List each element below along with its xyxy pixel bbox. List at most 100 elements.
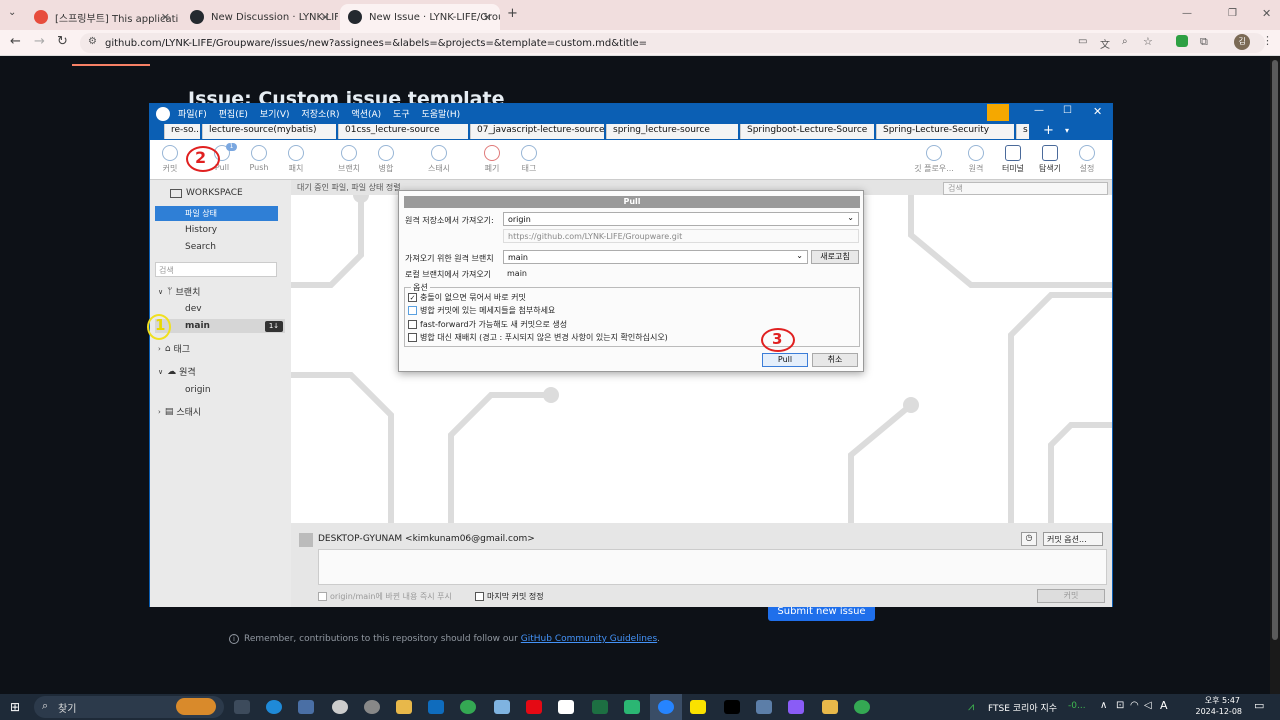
repo-tab[interactable]: lecture-source(mybatis) bbox=[202, 124, 336, 139]
sidebar-search-input[interactable]: 검색 bbox=[155, 262, 277, 277]
menu-help[interactable]: 도움말(H) bbox=[421, 110, 460, 120]
menu-view[interactable]: 보기(V) bbox=[260, 110, 290, 120]
notification-icon[interactable]: ▭ bbox=[1254, 699, 1264, 712]
sourcetree-icon[interactable] bbox=[658, 700, 674, 714]
menu-icon[interactable]: ⋮ bbox=[1262, 34, 1273, 47]
tab-search-icon[interactable]: ⌄ bbox=[8, 7, 16, 18]
close-window-icon[interactable]: ✕ bbox=[1093, 105, 1102, 118]
stash-header[interactable]: › ▤ 스태시 bbox=[158, 405, 201, 419]
refresh-button[interactable]: 새로고침 bbox=[811, 250, 859, 264]
remote-button[interactable]: 원격 bbox=[956, 143, 996, 174]
flag-icon[interactable] bbox=[987, 104, 1009, 121]
repo-tab[interactable]: 07_javascript-lecture-source bbox=[470, 124, 604, 139]
app-icon[interactable] bbox=[624, 700, 640, 714]
scrollbar-thumb[interactable] bbox=[1272, 60, 1278, 640]
repo-tab[interactable]: Springboot-Lecture-Source bbox=[740, 124, 874, 139]
remotes-header[interactable]: ∨ ☁ 원격 bbox=[158, 365, 196, 379]
folder-icon[interactable] bbox=[822, 700, 838, 714]
minimize-icon[interactable]: — bbox=[1182, 8, 1192, 19]
close-tab-icon[interactable]: ✕ bbox=[483, 11, 492, 24]
app-icon[interactable] bbox=[364, 700, 380, 714]
commit-message-input[interactable] bbox=[318, 549, 1107, 585]
guidelines-link[interactable]: GitHub Community Guidelines bbox=[521, 634, 657, 644]
close-tab-icon[interactable]: ✕ bbox=[161, 11, 170, 24]
remote-select[interactable]: origin ⌄ bbox=[503, 212, 859, 226]
intellij-icon[interactable] bbox=[724, 700, 740, 714]
push-button[interactable]: Push bbox=[239, 143, 279, 172]
kakaotalk-icon[interactable] bbox=[690, 700, 706, 714]
repo-tab[interactable]: Spring-Lecture-Security bbox=[876, 124, 1014, 139]
ime-indicator[interactable]: A bbox=[1160, 699, 1168, 712]
commit-button[interactable]: 커밋 bbox=[150, 143, 190, 174]
tags-header[interactable]: › ⌂ 태그 bbox=[158, 342, 190, 356]
remote-origin[interactable]: origin bbox=[185, 385, 211, 395]
chrome-icon[interactable] bbox=[460, 700, 476, 714]
extensions-icon[interactable]: ⧉ bbox=[1200, 35, 1208, 49]
checkbox-box[interactable] bbox=[475, 592, 484, 601]
windows-start-icon[interactable]: ⊞ bbox=[10, 700, 20, 714]
chevron-up-icon[interactable]: ∧ bbox=[1100, 700, 1107, 711]
restore-icon[interactable]: ❐ bbox=[1228, 8, 1237, 19]
branch-dev[interactable]: dev bbox=[185, 304, 202, 314]
branch-button[interactable]: 브랜치 bbox=[329, 143, 369, 174]
task-view-icon[interactable] bbox=[234, 700, 250, 714]
clock-date[interactable]: 2024-12-08 bbox=[1186, 707, 1243, 716]
browser-tab-2[interactable]: New Discussion · LYNK-LIFE ✕ bbox=[182, 4, 338, 30]
cancel-button[interactable]: 취소 bbox=[812, 353, 858, 367]
back-icon[interactable]: ← bbox=[10, 34, 21, 49]
app-icon[interactable] bbox=[332, 700, 348, 714]
forward-icon[interactable]: → bbox=[34, 34, 45, 49]
app-icon[interactable] bbox=[558, 700, 574, 714]
zoom-icon[interactable]: ⌕ bbox=[1122, 36, 1128, 47]
taskbar-search[interactable]: ⌕ 찾기 bbox=[34, 696, 224, 718]
cast-icon[interactable]: ▭ bbox=[1078, 36, 1087, 47]
option-rebase[interactable]: 병합 대신 재배치 (경고 : 푸시되지 않은 변경 사항이 있는지 확인하십시… bbox=[408, 332, 668, 343]
minimize-icon[interactable]: — bbox=[1034, 105, 1044, 116]
repo-tab[interactable]: 01css_lecture-source bbox=[338, 124, 468, 139]
ticker-label[interactable]: FTSE 코리아 지수 bbox=[988, 701, 1057, 714]
commit-button[interactable]: 커밋 bbox=[1037, 589, 1105, 603]
commit-options-dropdown[interactable]: 커밋 옵션... bbox=[1043, 532, 1103, 546]
pull-button[interactable]: Pull bbox=[762, 353, 808, 367]
checkbox-checked[interactable]: ✓ bbox=[408, 293, 417, 302]
checkbox-box[interactable] bbox=[318, 592, 327, 601]
sidebar-item-search[interactable]: Search bbox=[185, 242, 216, 252]
app-icon[interactable] bbox=[494, 700, 510, 714]
tray-icon[interactable]: ⊡ bbox=[1116, 700, 1124, 711]
checkbox-box[interactable] bbox=[408, 306, 417, 315]
maximize-icon[interactable]: ☐ bbox=[1063, 105, 1072, 116]
terminal-button[interactable]: 터미널 bbox=[993, 143, 1033, 174]
settings-button[interactable]: 설정 bbox=[1067, 143, 1107, 174]
explorer-button[interactable]: 탐색기 bbox=[1030, 143, 1070, 174]
reload-icon[interactable]: ↻ bbox=[57, 34, 68, 49]
checkbox-box[interactable] bbox=[408, 320, 417, 329]
tag-button[interactable]: 태그 bbox=[509, 143, 549, 174]
bookmark-star-icon[interactable]: ☆ bbox=[1143, 35, 1153, 48]
chevron-down-icon[interactable]: ▾ bbox=[1065, 126, 1069, 135]
file-explorer-icon[interactable] bbox=[396, 700, 412, 714]
outlook-icon[interactable] bbox=[428, 700, 444, 714]
patch-button[interactable]: 패치 bbox=[276, 143, 316, 174]
repo-tab[interactable]: spring_lecture-source bbox=[606, 124, 738, 139]
repo-tab[interactable]: re-so... bbox=[164, 124, 200, 139]
sidebar-item-history[interactable]: History bbox=[185, 225, 217, 235]
app-icon[interactable] bbox=[756, 700, 772, 714]
amend-checkbox[interactable]: 마지막 커밋 정정 bbox=[475, 591, 544, 602]
branch-main[interactable]: main bbox=[185, 321, 210, 331]
browser-tab-1[interactable]: [스프링부트] This application h ✕ bbox=[26, 4, 178, 30]
clock-time[interactable]: 오후 5:47 bbox=[1196, 695, 1240, 706]
close-tab-icon[interactable]: ✕ bbox=[321, 11, 330, 24]
netflix-icon[interactable] bbox=[526, 700, 542, 714]
checkbox-box[interactable] bbox=[408, 333, 417, 342]
discard-button[interactable]: 폐기 bbox=[472, 143, 512, 174]
stash-button[interactable]: 스태시 bbox=[419, 143, 459, 174]
repo-tab[interactable]: s bbox=[1016, 124, 1029, 139]
calculator-icon[interactable] bbox=[298, 700, 314, 714]
gitflow-button[interactable]: 깃 플로우... bbox=[912, 143, 956, 174]
branches-header[interactable]: ∨ ᛘ 브랜치 bbox=[158, 285, 200, 299]
volume-icon[interactable]: ◁ bbox=[1144, 700, 1152, 711]
file-search-input[interactable]: 검색 bbox=[943, 182, 1108, 195]
profile-avatar[interactable]: 김 bbox=[1234, 34, 1250, 50]
menu-file[interactable]: 파일(F) bbox=[178, 110, 207, 120]
translate-icon[interactable]: 文 bbox=[1100, 36, 1110, 51]
